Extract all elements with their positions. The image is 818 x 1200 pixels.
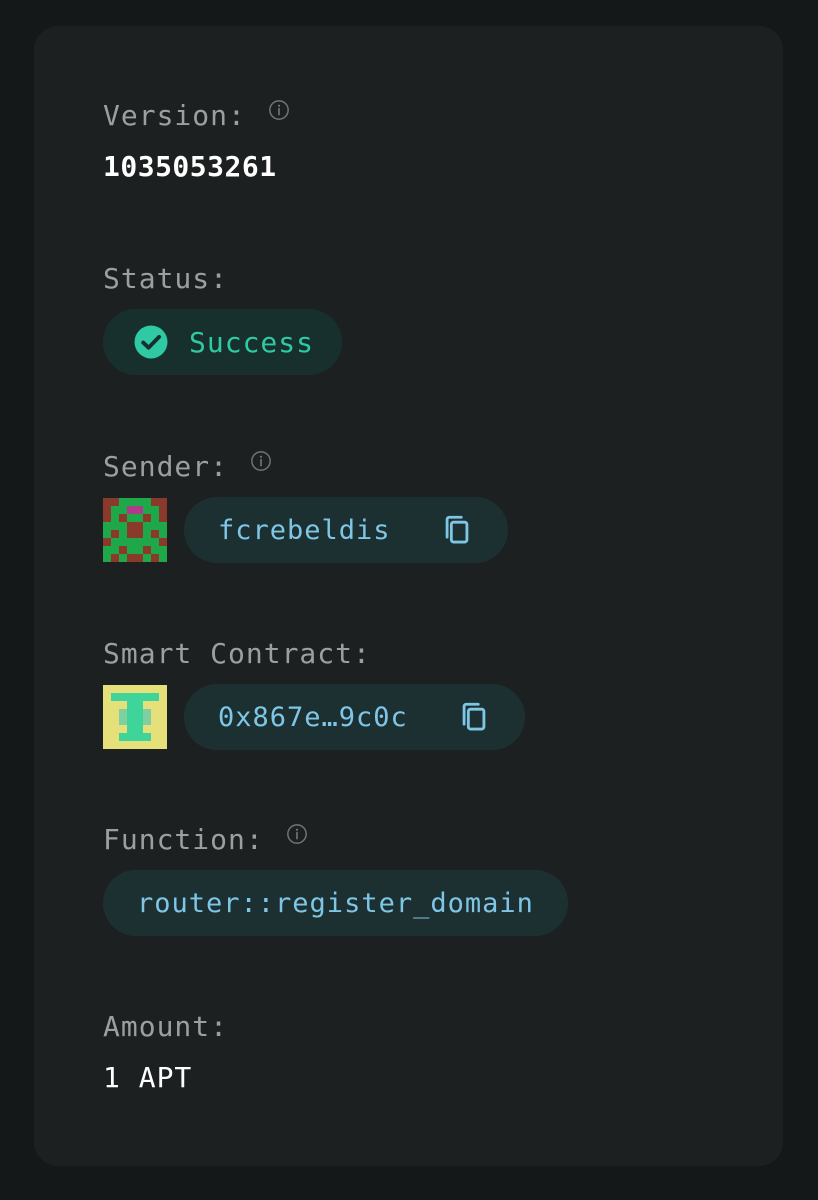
info-icon[interactable] bbox=[268, 99, 290, 121]
function-name[interactable]: router::register_domain bbox=[137, 888, 534, 919]
check-circle-icon bbox=[134, 325, 168, 359]
sender-field: Sender: fcrebeldis bbox=[103, 449, 508, 563]
info-icon[interactable] bbox=[250, 450, 272, 472]
status-field: Status: Success bbox=[103, 261, 343, 375]
version-label: Version: bbox=[103, 98, 246, 132]
version-value: 1035053261 bbox=[103, 150, 277, 183]
smart-contract-address[interactable]: 0x867e…9c0c bbox=[218, 702, 408, 733]
status-label: Status: bbox=[103, 261, 229, 295]
transaction-details-card: Version: 1035053261 Status: Success Send… bbox=[34, 26, 783, 1166]
sender-avatar bbox=[103, 498, 167, 562]
smart-contract-label: Smart Contract: bbox=[103, 636, 371, 670]
smart-contract-address-pill[interactable]: 0x867e…9c0c bbox=[184, 684, 525, 750]
amount-field: Amount: 1 APT bbox=[103, 1009, 229, 1095]
smart-contract-field: Smart Contract: 0x867e…9c0c bbox=[103, 636, 525, 750]
smart-contract-avatar bbox=[103, 685, 167, 749]
amount-label: Amount: bbox=[103, 1009, 229, 1043]
status-text: Success bbox=[189, 325, 315, 359]
copy-icon[interactable] bbox=[440, 512, 474, 548]
function-field: Function: router::register_domain bbox=[103, 822, 568, 936]
sender-label: Sender: bbox=[103, 449, 229, 483]
sender-address-pill[interactable]: fcrebeldis bbox=[184, 497, 508, 563]
info-icon[interactable] bbox=[286, 823, 308, 845]
function-pill[interactable]: router::register_domain bbox=[103, 870, 568, 936]
amount-value: 1 APT bbox=[103, 1061, 193, 1094]
sender-address[interactable]: fcrebeldis bbox=[218, 515, 391, 546]
function-label: Function: bbox=[103, 822, 264, 856]
version-field: Version: 1035053261 bbox=[103, 98, 290, 183]
copy-icon[interactable] bbox=[457, 699, 491, 735]
status-badge: Success bbox=[103, 309, 343, 375]
